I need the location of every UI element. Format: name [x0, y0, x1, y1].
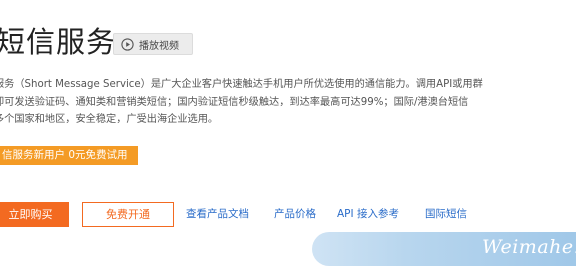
description-line: 多个国家和地区，安全稳定，广受出海企业选用。 — [0, 114, 219, 125]
pricing-link[interactable]: 产品价格 — [274, 207, 316, 222]
watermark-text: Weimahe.c — [482, 236, 576, 258]
watermark-banner: Weimahe.c — [312, 232, 576, 266]
api-reference-link[interactable]: API 接入参考 — [337, 207, 399, 222]
product-docs-link[interactable]: 查看产品文档 — [186, 207, 249, 222]
free-activate-button[interactable]: 免费开通 — [82, 202, 174, 227]
play-video-button[interactable]: 播放视频 — [113, 33, 193, 55]
description-line: 服务（Short Message Service）是广大企业客户快速触达手机用户… — [0, 79, 483, 90]
product-page: 短信服务 播放视频 服务（Short Message Service）是广大企业… — [0, 0, 576, 279]
play-circle-icon — [121, 37, 134, 51]
buy-now-button[interactable]: 立即购买 — [0, 202, 69, 227]
international-sms-link[interactable]: 国际短信 — [425, 207, 467, 222]
play-video-label: 播放视频 — [139, 40, 179, 52]
description-line: 即可发送验证码、通知类和营销类短信；国内验证短信秒级触达，到达率最高可达99%；… — [0, 96, 469, 108]
product-description: 服务（Short Message Service）是广大企业客户快速触达手机用户… — [0, 76, 576, 129]
free-trial-promo-badge[interactable]: 信服务新用户 0元免费试用 — [0, 146, 138, 165]
page-title: 短信服务 — [0, 25, 117, 59]
